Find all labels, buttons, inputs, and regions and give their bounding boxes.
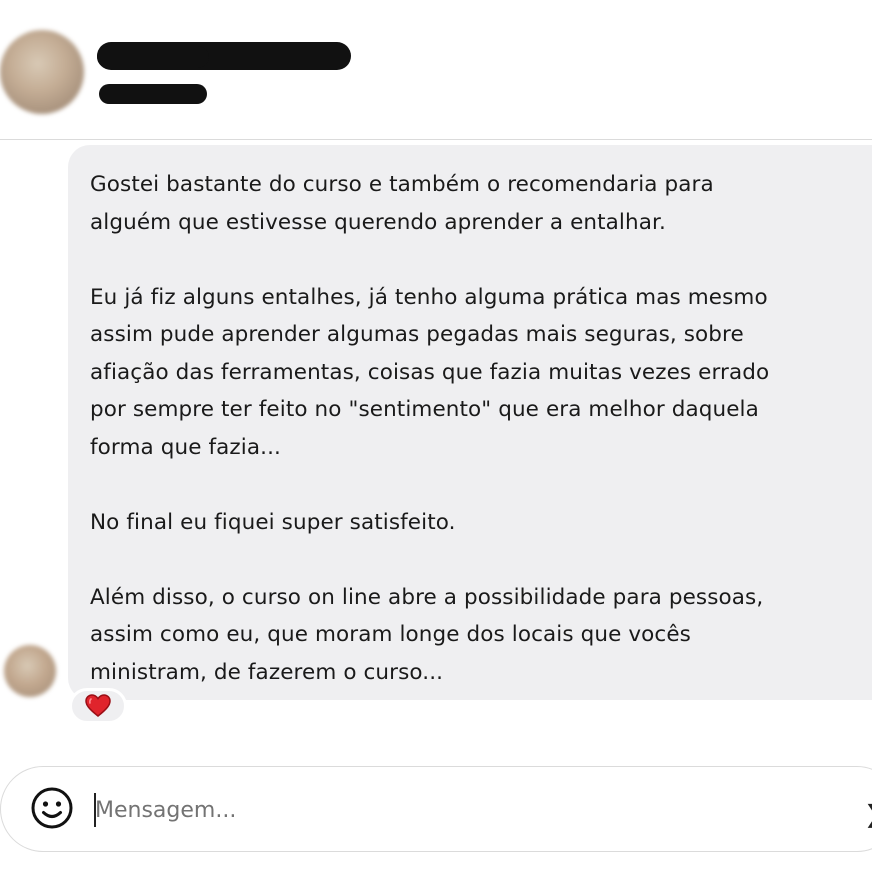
smiley-icon[interactable]	[28, 784, 76, 832]
message-input[interactable]	[95, 788, 795, 832]
contact-avatar[interactable]	[0, 30, 84, 114]
heart-icon	[85, 694, 111, 717]
sender-avatar[interactable]	[4, 645, 56, 697]
contact-name-redacted-part	[97, 46, 209, 68]
message-text: Gostei bastante do curso e também o reco…	[90, 172, 770, 685]
conversation-header	[0, 0, 872, 140]
contact-status-redacted	[99, 84, 207, 104]
message-reaction[interactable]	[69, 688, 127, 724]
send-icon-partial[interactable]: ❯	[864, 800, 872, 828]
